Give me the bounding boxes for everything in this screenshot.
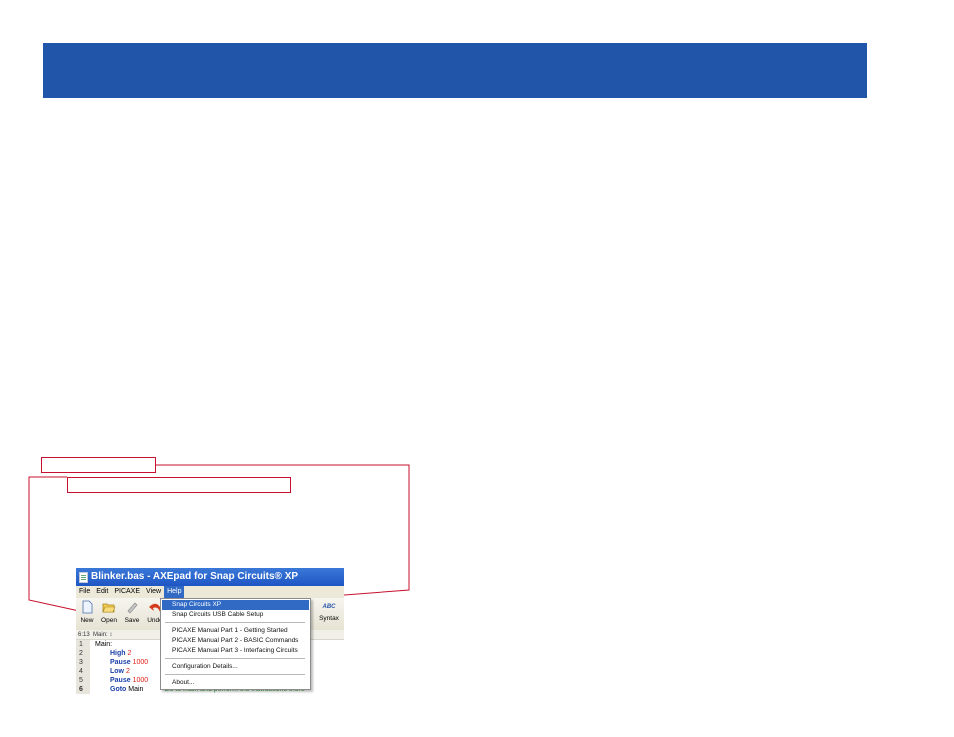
code-argument: Main <box>128 686 144 693</box>
line-number: 3 <box>79 659 83 666</box>
window-title: Blinker.bas - AXEpad for Snap Circuits® … <box>91 571 299 582</box>
menu-item-about[interactable]: About... <box>162 678 309 688</box>
syntax-icon-text: ABC <box>322 604 336 610</box>
label-select[interactable]: Main: ↕ <box>93 632 112 638</box>
new-button[interactable]: New <box>76 600 98 624</box>
line-number: 1 <box>79 641 83 648</box>
menu-item-usb-cable-setup[interactable]: Snap Circuits USB Cable Setup <box>162 610 309 620</box>
code-keyword: High <box>110 650 126 657</box>
syntax-label: Syntax <box>319 615 339 622</box>
line-number: 2 <box>79 650 83 657</box>
document-icon <box>79 571 88 583</box>
syntax-check-icon: ABC <box>322 600 336 614</box>
cursor-position: 6:13 <box>78 632 90 638</box>
save-label: Save <box>124 617 140 624</box>
line-number: 4 <box>79 668 83 675</box>
menu-item-manual-part-3[interactable]: PICAXE Manual Part 3 - Interfacing Circu… <box>162 646 309 656</box>
menu-separator <box>165 622 305 623</box>
menu-help[interactable]: Help <box>164 586 185 598</box>
menu-separator <box>165 674 305 675</box>
menu-bar: File Edit PICAXE View Help <box>76 586 344 598</box>
open-folder-icon <box>102 603 116 613</box>
callout-box-snap-circuits <box>41 457 156 473</box>
code-keyword: Low <box>110 668 124 675</box>
help-menu-dropdown: Snap Circuits XP Snap Circuits USB Cable… <box>160 598 311 690</box>
save-pen-icon <box>127 602 138 614</box>
menu-item-manual-part-1[interactable]: PICAXE Manual Part 1 - Getting Started <box>162 626 309 636</box>
code-argument: 2 <box>125 668 130 675</box>
code-text: Main: <box>95 641 113 648</box>
new-label: New <box>80 617 94 624</box>
menu-picaxe[interactable]: PICAXE <box>111 586 143 598</box>
menu-file[interactable]: File <box>76 586 93 598</box>
line-number: 5 <box>79 677 83 684</box>
code-argument: 2 <box>127 650 132 657</box>
line-number: 6 <box>79 686 83 693</box>
header-banner <box>43 43 867 98</box>
syntax-button[interactable]: ABC Syntax <box>317 600 341 622</box>
menu-separator <box>165 658 305 659</box>
code-argument: 1000 <box>132 659 149 666</box>
code-keyword: Goto <box>110 686 127 693</box>
title-bar: Blinker.bas - AXEpad for Snap Circuits® … <box>76 568 344 586</box>
menu-item-snap-circuits-xp[interactable]: Snap Circuits XP <box>162 600 309 610</box>
menu-item-manual-part-2[interactable]: PICAXE Manual Part 2 - BASIC Commands <box>162 636 309 646</box>
save-button[interactable]: Save <box>121 600 143 624</box>
menu-view[interactable]: View <box>143 586 164 598</box>
menu-item-configuration-details[interactable]: Configuration Details... <box>162 662 309 672</box>
code-keyword: Pause <box>110 677 131 684</box>
menu-edit[interactable]: Edit <box>93 586 111 598</box>
callout-box-picaxe-manual <box>67 477 291 493</box>
code-keyword: Pause <box>110 659 131 666</box>
open-label: Open <box>101 617 117 624</box>
open-button[interactable]: Open <box>98 600 120 624</box>
code-argument: 1000 <box>132 677 149 684</box>
new-file-icon <box>82 600 93 614</box>
